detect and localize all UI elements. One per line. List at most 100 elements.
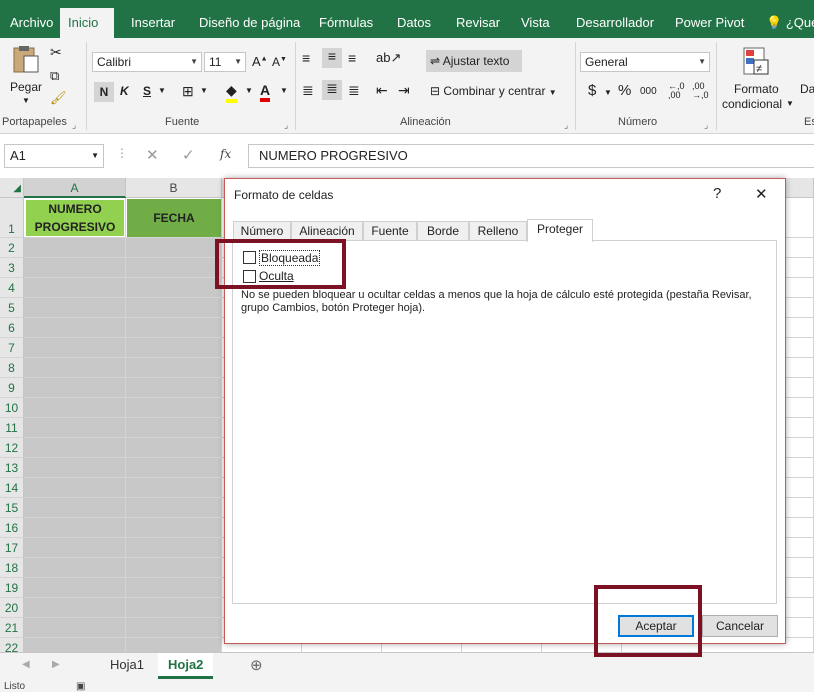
row-header[interactable]: 7 [0,338,24,358]
cut-icon[interactable]: ✂ [50,44,62,61]
cell-a1[interactable]: NUMERO PROGRESIVO [25,199,125,237]
cancel-entry-icon[interactable]: ✕ [146,146,159,164]
number-launcher-icon[interactable]: ⌟ [704,120,708,131]
grid-cell[interactable] [126,318,222,338]
underline-button[interactable]: S [143,84,151,98]
grid-cell[interactable] [24,358,126,378]
row-header[interactable]: 5 [0,298,24,318]
decrease-decimal-icon[interactable]: ,00 →,0 [692,82,709,100]
font-color-dropdown-icon[interactable]: ▼ [280,86,288,95]
grid-cell[interactable] [24,238,126,258]
format-as-table-label[interactable]: Da [800,82,814,96]
grid-cell[interactable] [126,258,222,278]
row-header[interactable]: 16 [0,518,24,538]
bold-button[interactable]: N [94,82,114,102]
borders-icon[interactable]: ⊞ [182,83,194,100]
decrease-indent-icon[interactable]: ⇤ [376,82,388,99]
grid-cell[interactable] [126,358,222,378]
increase-indent-icon[interactable]: ⇥ [398,82,410,99]
row-header[interactable]: 18 [0,558,24,578]
conditional-format-label-1[interactable]: Formato [734,82,779,96]
add-sheet-icon[interactable]: ⊕ [250,656,263,674]
cancel-button[interactable]: Cancelar [702,615,778,637]
row-header[interactable]: 15 [0,498,24,518]
tab-revisar[interactable]: Revisar [448,0,508,38]
tab-proteger[interactable]: Proteger [527,219,593,242]
fill-color-icon[interactable]: ◆ [226,82,237,103]
align-left-icon[interactable]: ≣ [302,82,314,99]
wrap-text-button[interactable]: ⇌ Ajustar texto [426,50,522,72]
italic-button[interactable]: K [120,84,129,98]
number-format-combo[interactable]: General ▼ [580,52,710,72]
drag-handle-icon[interactable]: ⋮ [116,146,128,160]
tab-archivo[interactable]: Archivo [2,0,61,38]
tab-borde[interactable]: Borde [417,221,469,241]
chevron-down-icon[interactable]: ▼ [786,99,794,108]
currency-button[interactable]: $ [588,82,596,99]
grid-cell[interactable] [24,638,126,652]
row-header[interactable]: 13 [0,458,24,478]
grow-font-icon[interactable]: A▲ [252,54,268,69]
grid-cell[interactable] [24,418,126,438]
paste-dropdown-icon[interactable]: ▼ [22,96,30,105]
alignment-launcher-icon[interactable]: ⌟ [564,120,568,131]
format-painter-icon[interactable]: 🖌 [50,90,67,106]
tab-formulas[interactable]: Fórmulas [311,0,381,38]
conditional-format-icon[interactable]: ≠ [742,46,772,78]
grid-cell[interactable] [126,458,222,478]
grid-cell[interactable] [24,618,126,638]
grid-cell[interactable] [126,278,222,298]
grid-cell[interactable] [24,378,126,398]
tab-power-pivot[interactable]: Power Pivot [667,0,752,38]
select-all-corner[interactable]: ◢ [0,178,24,198]
name-box[interactable]: A1 ▼ [4,144,104,168]
font-size-combo[interactable]: 11 ▼ [204,52,246,72]
column-header-a[interactable]: A [24,178,126,198]
copy-icon[interactable]: ⧉ [50,68,59,84]
row-header[interactable]: 12 [0,438,24,458]
grid-cell[interactable] [24,318,126,338]
formula-input[interactable]: NUMERO PROGRESIVO [248,144,814,168]
row-header[interactable]: 9 [0,378,24,398]
grid-cell[interactable] [24,478,126,498]
clipboard-launcher-icon[interactable]: ⌟ [72,120,76,131]
percent-button[interactable]: % [618,82,631,99]
grid-cell[interactable] [126,438,222,458]
grid-cell[interactable] [126,598,222,618]
tab-alineacion[interactable]: Alineación [291,221,363,241]
increase-decimal-icon[interactable]: ←,0,00 [668,82,685,100]
row-header[interactable]: 19 [0,578,24,598]
row-header[interactable]: 11 [0,418,24,438]
thousands-button[interactable]: 000 [640,86,657,97]
row-header[interactable]: 8 [0,358,24,378]
cell-b1[interactable]: FECHA [127,199,221,237]
paste-label[interactable]: Pegar [10,80,42,94]
tab-vista[interactable]: Vista [513,0,558,38]
scroll-right-icon[interactable]: ▶ [52,659,60,670]
grid-cell[interactable] [24,518,126,538]
tab-diseno-pagina[interactable]: Diseño de página [191,0,308,38]
row-header[interactable]: 3 [0,258,24,278]
row-header[interactable]: 20 [0,598,24,618]
tab-insertar[interactable]: Insertar [123,0,183,38]
confirm-entry-icon[interactable]: ✓ [182,146,195,164]
insert-function-icon[interactable]: fx [220,147,231,161]
row-header[interactable]: 6 [0,318,24,338]
sheet-tab-hoja1[interactable]: Hoja1 [100,653,154,679]
tab-desarrollador[interactable]: Desarrollador [568,0,662,38]
align-right-icon[interactable]: ≣ [348,82,360,99]
orientation-icon[interactable]: ab↗ [376,50,401,66]
tab-relleno[interactable]: Relleno [469,221,527,241]
grid-cell[interactable] [24,458,126,478]
grid-cell[interactable] [126,418,222,438]
row-header[interactable]: 2 [0,238,24,258]
tab-inicio[interactable]: Inicio [60,8,114,38]
align-bottom-icon[interactable]: ≡ [348,50,356,66]
grid-cell[interactable] [126,338,222,358]
grid-cell[interactable] [24,498,126,518]
grid-cell[interactable] [126,238,222,258]
grid-cell[interactable] [126,558,222,578]
grid-cell[interactable] [24,598,126,618]
grid-cell[interactable] [126,638,222,652]
grid-cell[interactable] [24,398,126,418]
